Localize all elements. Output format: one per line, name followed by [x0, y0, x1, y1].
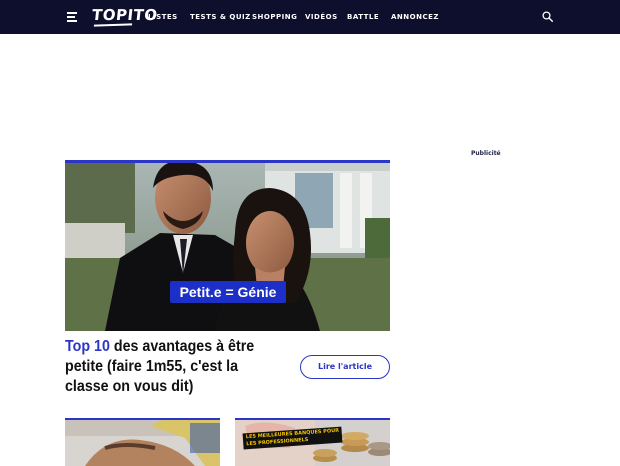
ad-label: Publicité [471, 150, 501, 157]
read-article-button[interactable]: Lire l'article [300, 355, 390, 379]
hero-image[interactable] [65, 163, 390, 331]
nav-item-battle[interactable]: BATTLE [347, 13, 379, 21]
nav-item-annoncez[interactable]: ANNONCEZ [391, 13, 439, 21]
hero-caption[interactable]: Petit.e = Génie [170, 281, 286, 303]
thumbnail-accent-line [235, 418, 390, 420]
search-icon[interactable] [542, 11, 553, 22]
thumbnail-image-1 [65, 418, 220, 466]
nav-item-videos[interactable]: VIDÉOS [305, 13, 338, 21]
thumbnail-accent-line [65, 418, 220, 420]
hero-title[interactable]: Top 10 des avantages à être petite (fair… [65, 337, 272, 397]
hero-photo [65, 163, 390, 331]
top-navigation-bar: TOPITO LISTES TESTS & QUIZ SHOPPING VIDÉ… [0, 0, 620, 34]
article-thumbnail-1[interactable] [65, 418, 220, 466]
article-thumbnail-2[interactable]: LES MEILLEURES BANQUES POUR LES PROFESSI… [235, 418, 390, 466]
hero-title-accent: Top 10 [65, 338, 110, 355]
nav-item-listes[interactable]: LISTES [148, 13, 178, 21]
menu-icon[interactable] [67, 12, 77, 22]
nav-item-tests-quiz[interactable]: TESTS & QUIZ [190, 13, 251, 21]
logo-underline [93, 23, 133, 27]
nav-item-shopping[interactable]: SHOPPING [252, 13, 297, 21]
